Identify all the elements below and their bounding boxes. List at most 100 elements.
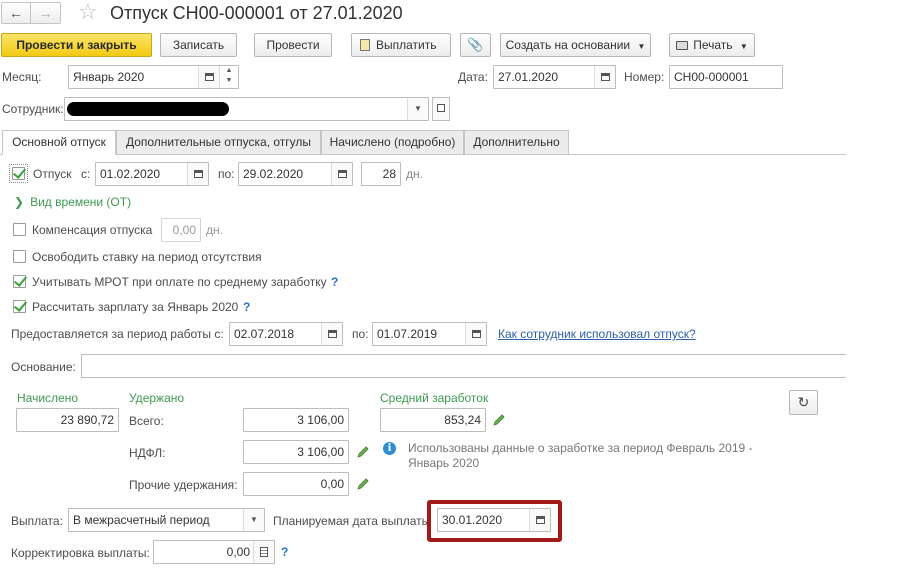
employee-label: Сотрудник: bbox=[2, 102, 64, 116]
open-employee-button[interactable] bbox=[432, 97, 450, 121]
calc-salary-help-icon[interactable]: ? bbox=[243, 300, 250, 314]
compensation-checkbox[interactable] bbox=[13, 223, 26, 236]
refresh-button[interactable]: ↻ bbox=[789, 390, 818, 415]
spin-down-icon: ▼ bbox=[225, 77, 233, 84]
vacation-days-unit: дн. bbox=[406, 167, 423, 181]
calendar-icon bbox=[204, 73, 214, 81]
period-to-label: по: bbox=[352, 327, 369, 341]
planned-date-value: 30.01.2020 bbox=[442, 513, 503, 527]
payment-select[interactable]: В межрасчетный период ▼ bbox=[68, 508, 265, 532]
other-edit-pencil-icon[interactable] bbox=[356, 477, 370, 491]
printer-icon bbox=[676, 41, 689, 50]
calendar-icon bbox=[337, 170, 347, 178]
free-rate-checkbox[interactable] bbox=[13, 250, 26, 263]
print-label: Печать bbox=[693, 38, 733, 52]
vacation-from-label: с: bbox=[81, 167, 91, 181]
month-value: Январь 2020 bbox=[73, 70, 145, 84]
vacation-from-calendar-button[interactable] bbox=[187, 163, 208, 185]
correction-label: Корректировка выплаты: bbox=[11, 546, 150, 560]
calendar-icon bbox=[471, 330, 481, 338]
vacation-to-value: 29.02.2020 bbox=[243, 167, 304, 181]
number-field[interactable]: СН00-000001 bbox=[669, 65, 783, 89]
basis-field[interactable] bbox=[81, 354, 846, 378]
total-withheld-label: Всего: bbox=[129, 414, 164, 428]
back-button[interactable]: ← bbox=[1, 2, 31, 24]
time-type-expander[interactable]: ❯ Вид времени (ОТ) bbox=[14, 195, 131, 209]
print-button[interactable]: Печать ▼ bbox=[669, 33, 755, 57]
tab-main-vacation[interactable]: Основной отпуск bbox=[2, 130, 116, 155]
compensation-days-field[interactable]: 0,00 bbox=[161, 218, 201, 242]
calc-salary-checkbox[interactable] bbox=[13, 300, 26, 313]
avg-earnings-field[interactable]: 853,24 bbox=[380, 408, 486, 432]
month-spin-button[interactable]: ▲ ▼ bbox=[219, 66, 238, 88]
time-type-label: Вид времени (ОТ) bbox=[30, 195, 132, 209]
ndfl-field[interactable]: 3 106,00 bbox=[243, 440, 349, 464]
planned-date-label: Планируемая дата выплаты: bbox=[273, 514, 429, 528]
post-button[interactable]: Провести bbox=[254, 33, 332, 57]
tab-additional[interactable]: Дополнительно bbox=[464, 130, 569, 155]
vacation-to-calendar-button[interactable] bbox=[331, 163, 352, 185]
dropdown-arrow-icon: ▼ bbox=[414, 104, 422, 113]
avg-edit-pencil-icon[interactable] bbox=[492, 413, 506, 427]
pay-button[interactable]: Выплатить bbox=[351, 33, 451, 57]
employee-field[interactable]: ▼ bbox=[64, 97, 429, 121]
mrot-label: Учитывать МРОТ при оплате по среднему за… bbox=[32, 275, 327, 289]
info-icon: i bbox=[383, 442, 396, 455]
calc-salary-label: Рассчитать зарплату за Январь 2020 bbox=[32, 300, 239, 314]
vacation-days-field[interactable]: 28 bbox=[361, 162, 401, 186]
employee-dropdown-button[interactable]: ▼ bbox=[407, 98, 428, 120]
mrot-help-icon[interactable]: ? bbox=[331, 275, 338, 289]
total-withheld-field[interactable]: 3 106,00 bbox=[243, 408, 349, 432]
dropdown-arrow-icon: ▼ bbox=[739, 42, 748, 51]
attach-button[interactable]: 📎 bbox=[460, 33, 491, 57]
period-from-field[interactable]: 02.07.2018 bbox=[229, 322, 343, 346]
correction-help-icon[interactable]: ? bbox=[281, 545, 288, 559]
save-button[interactable]: Записать bbox=[160, 33, 237, 57]
period-to-calendar-button[interactable] bbox=[465, 323, 486, 345]
ndfl-edit-pencil-icon[interactable] bbox=[356, 445, 370, 459]
month-calendar-button[interactable] bbox=[198, 66, 219, 88]
other-withheld-label: Прочие удержания: bbox=[129, 478, 238, 492]
planned-date-field[interactable]: 30.01.2020 bbox=[437, 508, 551, 532]
vacation-to-label: по: bbox=[218, 167, 235, 181]
window-title: Отпуск СН00-000001 от 27.01.2020 bbox=[110, 3, 403, 23]
avg-earnings-label: Средний заработок bbox=[380, 391, 489, 405]
planned-date-calendar-button[interactable] bbox=[529, 509, 550, 531]
date-field[interactable]: 27.01.2020 bbox=[493, 65, 616, 89]
dropdown-arrow-icon: ▼ bbox=[637, 42, 646, 51]
accrued-field[interactable]: 23 890,72 bbox=[16, 408, 119, 432]
accrued-label: Начислено bbox=[17, 391, 79, 405]
tab-accrued-detailed[interactable]: Начислено (подробно) bbox=[321, 130, 464, 155]
basis-label: Основание: bbox=[11, 360, 76, 374]
free-rate-label: Освободить ставку на период отсутствия bbox=[32, 250, 262, 264]
forward-button[interactable]: → bbox=[31, 2, 61, 24]
vacation-usage-link[interactable]: Как сотрудник использовал отпуск? bbox=[498, 327, 696, 341]
calendar-icon bbox=[193, 170, 203, 178]
period-from-calendar-button[interactable] bbox=[321, 323, 342, 345]
correction-calculator-button[interactable] bbox=[253, 541, 274, 563]
compensation-days-unit: дн. bbox=[206, 223, 223, 237]
mrot-checkbox[interactable] bbox=[13, 275, 26, 288]
correction-value: 0,00 bbox=[226, 545, 250, 559]
tab-additional-vacations[interactable]: Дополнительные отпуска, отгулы bbox=[116, 130, 321, 155]
correction-field[interactable]: 0,00 bbox=[153, 540, 275, 564]
date-value: 27.01.2020 bbox=[498, 70, 559, 84]
favorite-star-icon[interactable]: ☆ bbox=[78, 1, 98, 23]
arrow-right-icon: → bbox=[38, 5, 53, 21]
period-to-field[interactable]: 01.07.2019 bbox=[372, 322, 487, 346]
date-calendar-button[interactable] bbox=[594, 66, 615, 88]
document-pay-icon bbox=[360, 39, 370, 51]
other-withheld-field[interactable]: 0,00 bbox=[243, 472, 349, 496]
compensation-label: Компенсация отпуска bbox=[32, 223, 153, 237]
create-based-on-button[interactable]: Создать на основании ▼ bbox=[500, 33, 651, 57]
post-and-close-button[interactable]: Провести и закрыть bbox=[1, 33, 152, 57]
number-value: СН00-000001 bbox=[674, 70, 749, 84]
vacation-from-field[interactable]: 01.02.2020 bbox=[95, 162, 209, 186]
vacation-to-field[interactable]: 29.02.2020 bbox=[238, 162, 353, 186]
payment-dropdown-button[interactable]: ▼ bbox=[243, 509, 264, 531]
month-field[interactable]: Январь 2020 ▲ ▼ bbox=[68, 65, 239, 89]
withheld-label: Удержано bbox=[129, 391, 185, 405]
refresh-icon: ↻ bbox=[797, 394, 810, 410]
vacation-checkbox[interactable] bbox=[12, 167, 25, 180]
number-label: Номер: bbox=[624, 70, 665, 84]
